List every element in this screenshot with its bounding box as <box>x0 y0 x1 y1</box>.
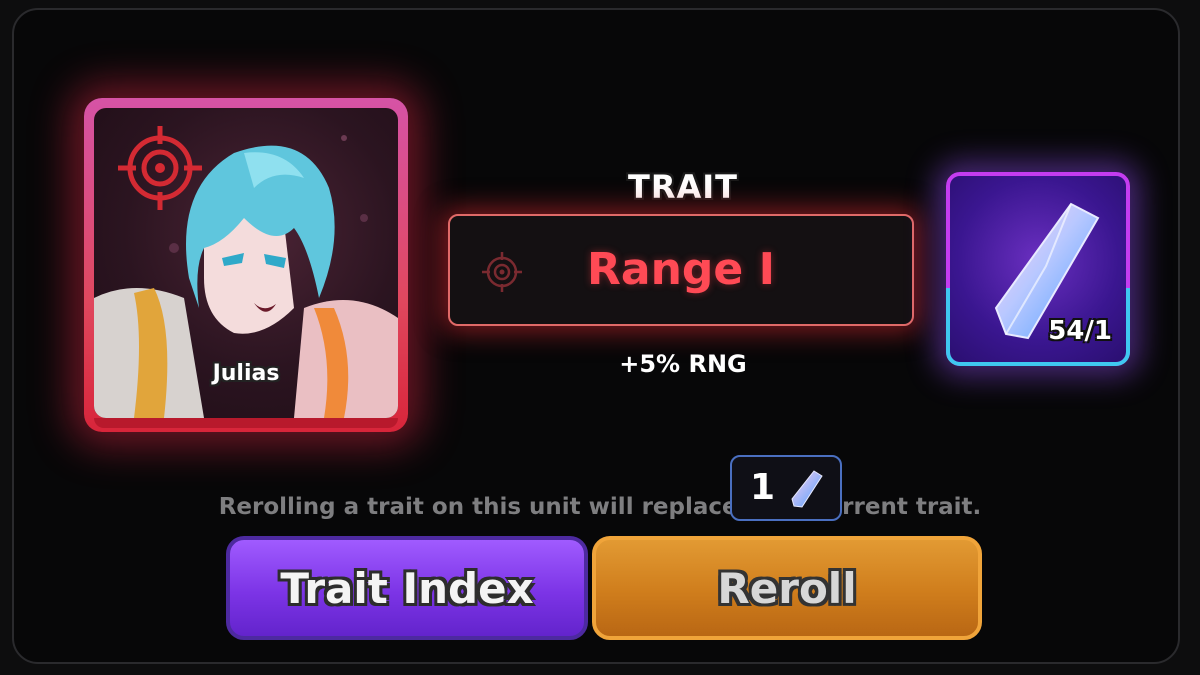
unit-card[interactable]: Julias <box>84 98 408 432</box>
range-target-icon <box>118 126 202 210</box>
crystal-count: 54/1 <box>1048 316 1112 346</box>
unit-rarity-strip <box>94 418 398 428</box>
reroll-cost-value: 1 <box>750 467 776 508</box>
unit-name: Julias <box>212 361 280 386</box>
trait-display-box: Range I <box>448 214 914 326</box>
reroll-button[interactable]: Reroll <box>592 536 982 640</box>
unit-portrait-frame: Julias <box>94 108 398 418</box>
crystal-currency-card: 54/1 <box>946 172 1130 366</box>
trait-index-button[interactable]: Trait Index <box>226 536 588 640</box>
trait-bonus: +5% RNG <box>619 350 747 378</box>
reroll-warning-text: Rerolling a trait on this unit will repl… <box>218 494 982 520</box>
trait-name: Range I <box>587 244 775 295</box>
reroll-cost-badge: 1 <box>730 455 842 521</box>
trait-heading: TRAIT <box>628 168 738 206</box>
crystal-icon <box>994 202 1100 340</box>
crystal-icon <box>791 470 823 508</box>
